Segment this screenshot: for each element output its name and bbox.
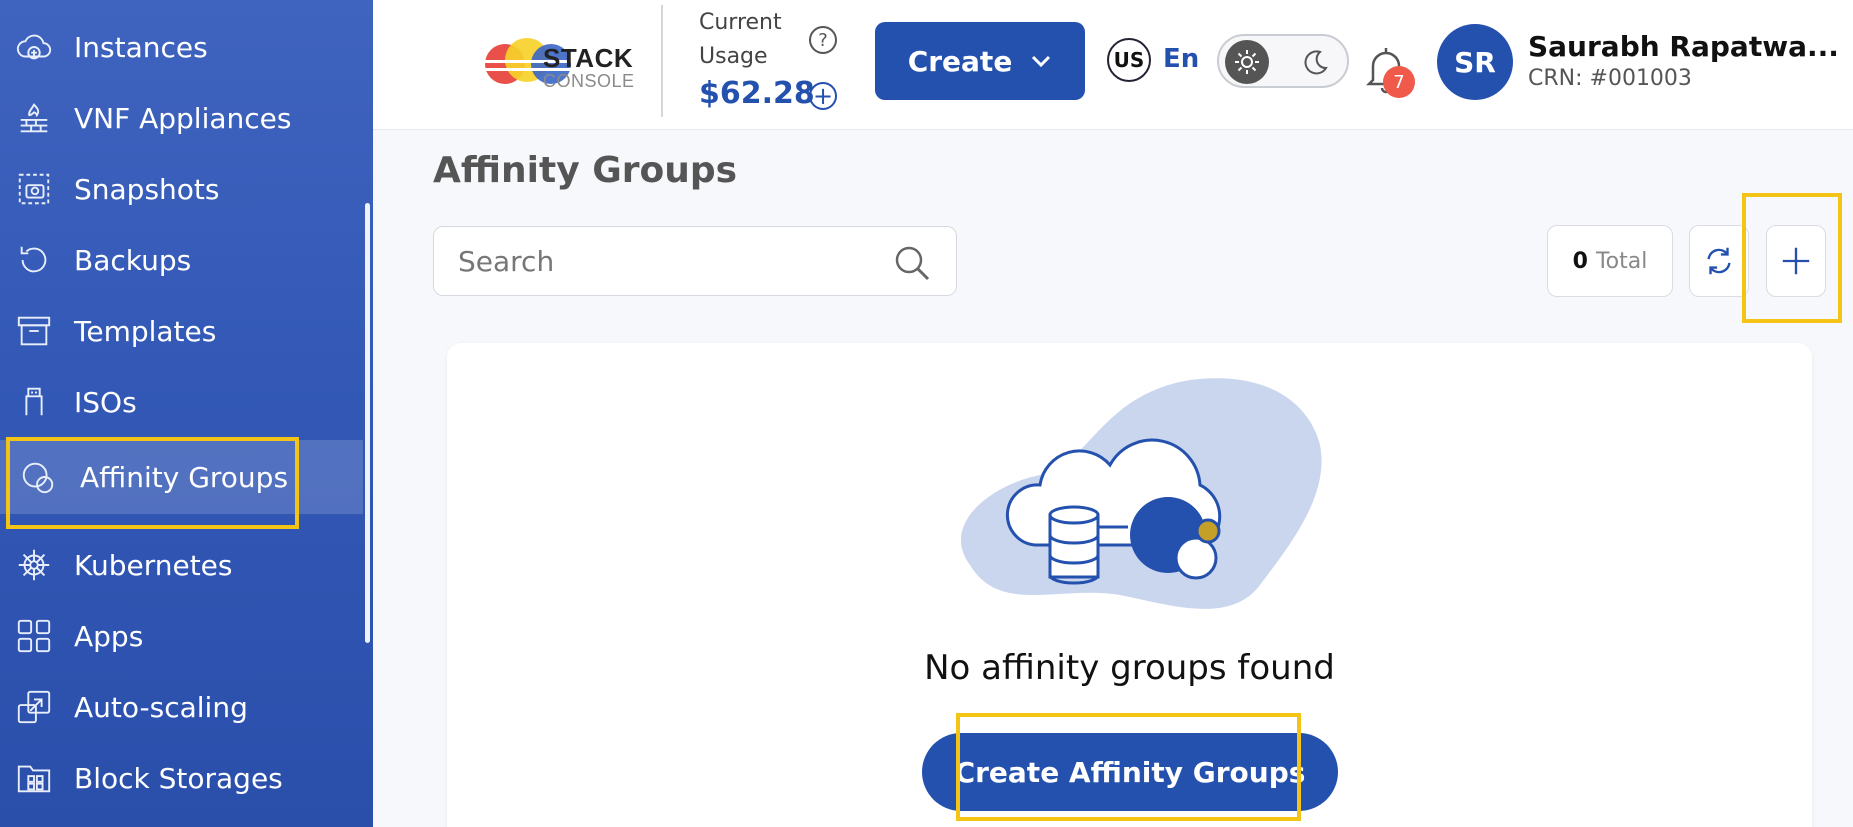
sun-icon [1225,40,1269,84]
page-title: Affinity Groups [433,150,738,191]
sidebar-item-affinity-groups[interactable]: Affinity Groups [0,440,363,514]
logo-wordmark: STACK CONSOLE [543,45,635,91]
sidebar-item-snapshots[interactable]: Snapshots [0,159,363,219]
folder-grid-icon [14,758,54,798]
sidebar-item-label: ISOs [74,385,137,419]
history-icon [14,240,54,280]
sidebar-item-label: Templates [74,314,217,348]
create-affinity-groups-button[interactable]: Create Affinity Groups [922,733,1338,811]
archive-box-icon [14,311,54,351]
total-label: Total [1595,248,1648,274]
empty-state-message: No affinity groups found [924,648,1335,688]
region-flag-icon[interactable]: US [1107,38,1151,82]
camera-icon [14,169,54,209]
sidebar-item-label: Kubernetes [74,548,233,582]
sidebar-item-block-storages[interactable]: Block Storages [0,748,363,808]
sidebar-item-vnf-appliances[interactable]: VNF Appliances [0,88,363,148]
language-selector[interactable]: En [1163,44,1199,74]
refresh-button[interactable] [1689,225,1749,297]
grid-icon [14,616,54,656]
sidebar-item-label: VNF Appliances [74,101,292,135]
firewall-icon [14,98,54,138]
scale-icon [14,687,54,727]
usb-icon [14,382,54,422]
sidebar-item-label: Instances [74,30,208,64]
search-icon[interactable] [892,243,932,283]
add-funds-icon[interactable]: + [809,82,837,110]
total-count: 0 [1572,248,1588,274]
create-button[interactable]: Create [875,22,1085,100]
moon-icon [1297,44,1333,80]
sidebar-item-kubernetes[interactable]: Kubernetes [0,535,363,595]
chevron-down-icon [1032,55,1051,68]
sidebar-item-auto-scaling[interactable]: Auto-scaling [0,677,363,737]
theme-toggle[interactable] [1217,34,1349,88]
sidebar-item-label: Apps [74,619,144,653]
sidebar-item-label: Snapshots [74,172,220,206]
sidebar-item-templates[interactable]: Templates [0,301,363,361]
sidebar-item-label: Block Storages [74,761,283,795]
plus-icon [1782,247,1810,275]
search-input[interactable]: Search [433,226,957,296]
circles-icon [18,457,58,497]
usage-amount: $62.28 [699,76,815,111]
refresh-icon [1707,247,1731,275]
total-count-badge: 0 Total [1547,225,1673,297]
logo-line-2: CONSOLE [543,71,635,91]
helm-wheel-icon [14,545,54,585]
add-button[interactable] [1766,225,1826,297]
help-icon[interactable]: ? [809,26,837,54]
logo-line-1: STACK [543,43,634,73]
header-divider [661,5,663,117]
sidebar-item-instances[interactable]: Instances [0,17,363,77]
sidebar-item-label: Backups [74,243,192,277]
cloud-database-illustration [960,378,1322,609]
sidebar: Instances VNF Appliances Snapshots Backu… [0,0,373,827]
sidebar-item-isos[interactable]: ISOs [0,372,363,432]
sidebar-item-apps[interactable]: Apps [0,606,363,666]
top-header: STACK CONSOLE Current Usage ? $62.28 + C… [373,0,1853,130]
search-placeholder: Search [458,245,555,278]
current-usage-label: Current Usage [699,10,782,69]
cloud-plus-icon [14,27,54,67]
sidebar-item-label: Auto-scaling [74,690,248,724]
notification-badge: 7 [1383,66,1415,98]
sidebar-item-backups[interactable]: Backups [0,230,363,290]
user-name[interactable]: Saurabh Rapatwa... [1528,30,1839,63]
sidebar-scrollbar[interactable] [365,203,370,643]
create-button-label: Create [907,44,1013,78]
sidebar-item-label: Affinity Groups [80,460,289,494]
user-crn: CRN: #001003 [1528,66,1692,91]
avatar[interactable]: SR [1437,24,1513,100]
